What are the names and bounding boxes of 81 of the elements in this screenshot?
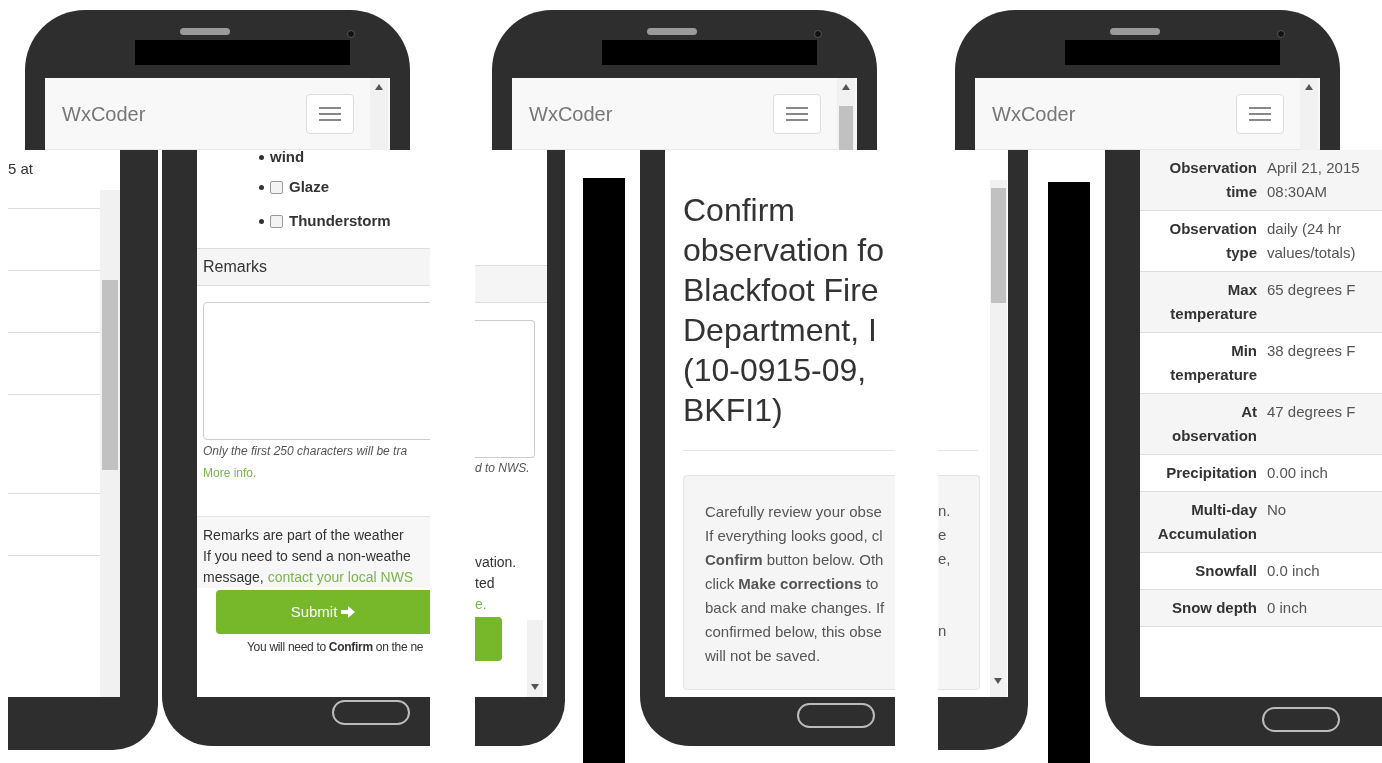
row-value: 38 degrees F: [1267, 341, 1356, 361]
scroll-down-icon: [531, 684, 539, 690]
row-value: April 21, 2015 08:30AM: [1267, 158, 1360, 202]
scroll-up-icon: [842, 84, 850, 90]
scrollbar[interactable]: [527, 620, 543, 697]
home-button[interactable]: [332, 700, 410, 725]
scrollbar[interactable]: [100, 190, 120, 697]
speaker-grille: [180, 28, 230, 35]
menu-button[interactable]: [773, 93, 821, 134]
brand-title[interactable]: WxCoder: [62, 98, 146, 129]
confirm-note: You will need to Confirm on the ne: [246, 639, 425, 656]
row-value: 0 inch: [1267, 598, 1308, 618]
row-value: daily (24 hr values/totals): [1267, 219, 1356, 263]
row-value: 65 degrees F: [1267, 280, 1356, 300]
row-label: Snowfall: [1194, 561, 1257, 581]
instructions-text: Carefully review your obse If everything looks good, cl Confirm button below. Oth click Make corrections to back and make changes. If confirmed below, this obse will not be saved.: [705, 502, 886, 666]
text-fragment: e,: [938, 549, 951, 569]
scroll-up-icon: [375, 84, 383, 90]
speaker-grille: [1110, 28, 1160, 35]
scroll-up-icon: [1305, 84, 1313, 90]
checkbox[interactable]: [270, 214, 283, 228]
camera-icon: [1277, 30, 1285, 38]
info-text: Remarks are part of the weather: [203, 526, 405, 545]
row-label: Max temperature: [1169, 280, 1257, 324]
checkbox-label: Thunderstorm: [289, 210, 391, 231]
text-fragment: n.: [938, 501, 951, 521]
row-label: Min temperature: [1169, 341, 1257, 385]
info-text: If you need to send a non-weathe: [203, 547, 412, 566]
text-fragment: ted: [475, 574, 495, 593]
speaker-grille: [647, 28, 697, 35]
scrollbar-thumb[interactable]: [102, 280, 118, 470]
menu-button[interactable]: [306, 93, 354, 134]
button-fragment[interactable]: [475, 617, 502, 661]
camera-icon: [347, 30, 355, 38]
scrollbar[interactable]: [370, 78, 388, 150]
camera-icon: [814, 30, 822, 38]
row-label: At observation: [1170, 402, 1257, 446]
more-info-link[interactable]: More info.: [197, 464, 257, 482]
checkbox-label: Glaze: [289, 176, 330, 197]
scrollbar[interactable]: [1300, 78, 1318, 150]
row-label: Observation time: [1168, 158, 1257, 202]
list-item: wind: [270, 150, 305, 164]
scrollbar[interactable]: [990, 180, 1007, 697]
home-button[interactable]: [797, 703, 875, 728]
bullet-icon: [259, 218, 264, 224]
page-heading: Confirm observation fo Blackfoot Fire Department, I (10-0915-09, BKFI1): [683, 191, 884, 430]
text-fragment: vation.: [475, 553, 517, 572]
scrollbar[interactable]: [837, 78, 855, 150]
row-label: Snow depth: [1171, 598, 1257, 618]
info-text: message,: [203, 568, 264, 587]
text-fragment: d to NWS.: [475, 460, 530, 477]
scrollbar-thumb[interactable]: [839, 106, 853, 150]
row-label: Observation type: [1168, 219, 1257, 263]
field-note: Only the first 250 characters will be tra: [202, 443, 409, 460]
text-fragment: e.: [475, 595, 487, 614]
row-value: 47 degrees F: [1267, 402, 1356, 422]
brand-title[interactable]: WxCoder: [992, 98, 1076, 129]
bullet-icon: [259, 155, 264, 160]
row-value: 0.00 inch: [1267, 463, 1328, 483]
text-fragment: 5 at: [8, 159, 34, 179]
menu-button[interactable]: [1236, 93, 1284, 134]
remarks-field[interactable]: [203, 302, 430, 440]
menu-icon: [319, 106, 341, 121]
scroll-down-icon: [994, 678, 1002, 684]
text-fragment: n: [938, 621, 947, 641]
submit-button[interactable]: Submit: [216, 590, 430, 634]
home-button[interactable]: [1262, 707, 1340, 732]
contact-link[interactable]: contact your local NWS: [267, 567, 414, 588]
row-label: Precipitation: [1165, 463, 1257, 483]
row-value: No: [1267, 500, 1287, 520]
row-label: Multi-day Accumulation: [1156, 500, 1257, 544]
checkbox[interactable]: [270, 180, 283, 194]
menu-icon: [786, 106, 808, 121]
scrollbar-thumb[interactable]: [991, 188, 1006, 303]
brand-title[interactable]: WxCoder: [529, 98, 613, 129]
bullet-icon: [259, 184, 264, 190]
menu-icon: [1249, 106, 1271, 121]
text-fragment: e: [938, 525, 947, 545]
section-title: Remarks: [203, 257, 267, 277]
row-value: 0.0 inch: [1267, 561, 1320, 581]
arrow-right-icon: [341, 606, 356, 618]
